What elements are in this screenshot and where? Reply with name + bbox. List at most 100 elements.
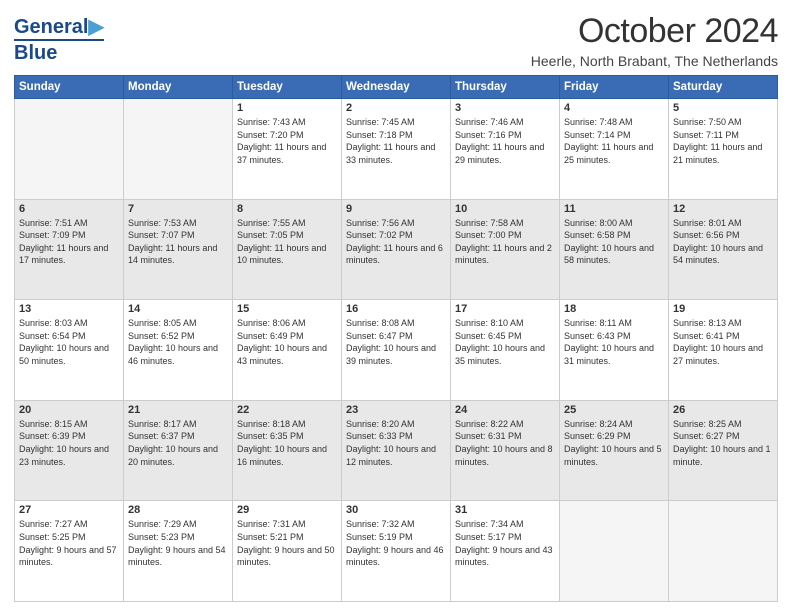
day-number: 15 xyxy=(237,303,337,315)
day-number: 11 xyxy=(564,203,664,215)
day-info: Sunrise: 7:50 AMSunset: 7:11 PMDaylight:… xyxy=(673,116,773,166)
day-number: 7 xyxy=(128,203,228,215)
day-info: Sunrise: 8:10 AMSunset: 6:45 PMDaylight:… xyxy=(455,317,555,367)
table-row: 21 Sunrise: 8:17 AMSunset: 6:37 PMDayligh… xyxy=(124,400,233,501)
day-number: 26 xyxy=(673,404,773,416)
table-row: 26 Sunrise: 8:25 AMSunset: 6:27 PMDayligh… xyxy=(669,400,778,501)
day-info: Sunrise: 7:56 AMSunset: 7:02 PMDaylight:… xyxy=(346,217,446,267)
day-number: 30 xyxy=(346,504,446,516)
table-row: 4 Sunrise: 7:48 AMSunset: 7:14 PMDaylight… xyxy=(560,99,669,200)
table-row: 20 Sunrise: 8:15 AMSunset: 6:39 PMDayligh… xyxy=(15,400,124,501)
table-row: 16 Sunrise: 8:08 AMSunset: 6:47 PMDayligh… xyxy=(342,300,451,401)
day-info: Sunrise: 8:25 AMSunset: 6:27 PMDaylight:… xyxy=(673,418,773,468)
day-number: 20 xyxy=(19,404,119,416)
day-number: 2 xyxy=(346,102,446,114)
day-info: Sunrise: 8:17 AMSunset: 6:37 PMDaylight:… xyxy=(128,418,228,468)
calendar-week-row: 20 Sunrise: 8:15 AMSunset: 6:39 PMDayligh… xyxy=(15,400,778,501)
calendar-table: Sunday Monday Tuesday Wednesday Thursday… xyxy=(14,75,778,602)
day-info: Sunrise: 7:32 AMSunset: 5:19 PMDaylight:… xyxy=(346,518,446,568)
day-number: 16 xyxy=(346,303,446,315)
table-row: 18 Sunrise: 8:11 AMSunset: 6:43 PMDayligh… xyxy=(560,300,669,401)
calendar-week-row: 13 Sunrise: 8:03 AMSunset: 6:54 PMDayligh… xyxy=(15,300,778,401)
table-row: 27 Sunrise: 7:27 AMSunset: 5:25 PMDayligh… xyxy=(15,501,124,602)
day-info: Sunrise: 8:11 AMSunset: 6:43 PMDaylight:… xyxy=(564,317,664,367)
day-info: Sunrise: 7:46 AMSunset: 7:16 PMDaylight:… xyxy=(455,116,555,166)
day-info: Sunrise: 7:53 AMSunset: 7:07 PMDaylight:… xyxy=(128,217,228,267)
day-info: Sunrise: 7:48 AMSunset: 7:14 PMDaylight:… xyxy=(564,116,664,166)
table-row xyxy=(124,99,233,200)
calendar-week-row: 1Sunrise: 7:43 AMSunset: 7:20 PMDaylight… xyxy=(15,99,778,200)
day-number: 10 xyxy=(455,203,555,215)
table-row: 29Sunrise: 7:31 AMSunset: 5:21 PMDayligh… xyxy=(233,501,342,602)
day-info: Sunrise: 8:20 AMSunset: 6:33 PMDaylight:… xyxy=(346,418,446,468)
day-info: Sunrise: 7:58 AMSunset: 7:00 PMDaylight:… xyxy=(455,217,555,267)
day-number: 9 xyxy=(346,203,446,215)
day-info: Sunrise: 7:45 AMSunset: 7:18 PMDaylight:… xyxy=(346,116,446,166)
header: General▶ Blue October 2024 Heerle, North… xyxy=(14,12,778,69)
table-row: 8 Sunrise: 7:55 AMSunset: 7:05 PMDaylight… xyxy=(233,199,342,300)
col-monday: Monday xyxy=(124,76,233,99)
day-number: 27 xyxy=(19,504,119,516)
day-info: Sunrise: 8:08 AMSunset: 6:47 PMDaylight:… xyxy=(346,317,446,367)
day-info: Sunrise: 8:05 AMSunset: 6:52 PMDaylight:… xyxy=(128,317,228,367)
table-row xyxy=(15,99,124,200)
day-number: 22 xyxy=(237,404,337,416)
day-number: 8 xyxy=(237,203,337,215)
table-row xyxy=(669,501,778,602)
day-number: 6 xyxy=(19,203,119,215)
day-number: 14 xyxy=(128,303,228,315)
day-number: 3 xyxy=(455,102,555,114)
day-info: Sunrise: 7:29 AMSunset: 5:23 PMDaylight:… xyxy=(128,518,228,568)
day-number: 13 xyxy=(19,303,119,315)
col-thursday: Thursday xyxy=(451,76,560,99)
col-saturday: Saturday xyxy=(669,76,778,99)
day-number: 19 xyxy=(673,303,773,315)
calendar-week-row: 27 Sunrise: 7:27 AMSunset: 5:25 PMDayligh… xyxy=(15,501,778,602)
title-block: October 2024 Heerle, North Brabant, The … xyxy=(531,12,778,69)
day-info: Sunrise: 7:27 AMSunset: 5:25 PMDaylight:… xyxy=(19,518,119,568)
day-number: 21 xyxy=(128,404,228,416)
day-info: Sunrise: 8:01 AMSunset: 6:56 PMDaylight:… xyxy=(673,217,773,267)
calendar-header-row: Sunday Monday Tuesday Wednesday Thursday… xyxy=(15,76,778,99)
table-row: 3 Sunrise: 7:46 AMSunset: 7:16 PMDaylight… xyxy=(451,99,560,200)
col-friday: Friday xyxy=(560,76,669,99)
table-row: 14 Sunrise: 8:05 AMSunset: 6:52 PMDayligh… xyxy=(124,300,233,401)
page: General▶ Blue October 2024 Heerle, North… xyxy=(0,0,792,612)
day-number: 1 xyxy=(237,102,337,114)
table-row xyxy=(560,501,669,602)
table-row: 1Sunrise: 7:43 AMSunset: 7:20 PMDaylight… xyxy=(233,99,342,200)
day-number: 23 xyxy=(346,404,446,416)
day-info: Sunrise: 7:55 AMSunset: 7:05 PMDaylight:… xyxy=(237,217,337,267)
table-row: 5Sunrise: 7:50 AMSunset: 7:11 PMDaylight… xyxy=(669,99,778,200)
day-number: 24 xyxy=(455,404,555,416)
location: Heerle, North Brabant, The Netherlands xyxy=(531,53,778,69)
table-row: 10 Sunrise: 7:58 AMSunset: 7:00 PMDayligh… xyxy=(451,199,560,300)
table-row: 13 Sunrise: 8:03 AMSunset: 6:54 PMDayligh… xyxy=(15,300,124,401)
table-row: 12Sunrise: 8:01 AMSunset: 6:56 PMDayligh… xyxy=(669,199,778,300)
day-number: 4 xyxy=(564,102,664,114)
col-sunday: Sunday xyxy=(15,76,124,99)
day-number: 31 xyxy=(455,504,555,516)
table-row: 17 Sunrise: 8:10 AMSunset: 6:45 PMDayligh… xyxy=(451,300,560,401)
table-row: 23 Sunrise: 8:20 AMSunset: 6:33 PMDayligh… xyxy=(342,400,451,501)
logo: General▶ Blue xyxy=(14,14,104,65)
day-info: Sunrise: 8:13 AMSunset: 6:41 PMDaylight:… xyxy=(673,317,773,367)
table-row: 19 Sunrise: 8:13 AMSunset: 6:41 PMDayligh… xyxy=(669,300,778,401)
logo-blue: Blue xyxy=(14,39,104,65)
day-info: Sunrise: 8:22 AMSunset: 6:31 PMDaylight:… xyxy=(455,418,555,468)
table-row: 9 Sunrise: 7:56 AMSunset: 7:02 PMDaylight… xyxy=(342,199,451,300)
table-row: 22 Sunrise: 8:18 AMSunset: 6:35 PMDayligh… xyxy=(233,400,342,501)
day-info: Sunrise: 8:18 AMSunset: 6:35 PMDaylight:… xyxy=(237,418,337,468)
day-number: 17 xyxy=(455,303,555,315)
day-info: Sunrise: 8:03 AMSunset: 6:54 PMDaylight:… xyxy=(19,317,119,367)
day-number: 28 xyxy=(128,504,228,516)
table-row: 15 Sunrise: 8:06 AMSunset: 6:49 PMDayligh… xyxy=(233,300,342,401)
table-row: 28 Sunrise: 7:29 AMSunset: 5:23 PMDayligh… xyxy=(124,501,233,602)
table-row: 6Sunrise: 7:51 AMSunset: 7:09 PMDaylight… xyxy=(15,199,124,300)
col-wednesday: Wednesday xyxy=(342,76,451,99)
day-info: Sunrise: 8:06 AMSunset: 6:49 PMDaylight:… xyxy=(237,317,337,367)
day-number: 18 xyxy=(564,303,664,315)
day-info: Sunrise: 7:31 AMSunset: 5:21 PMDaylight:… xyxy=(237,518,337,568)
table-row: 31Sunrise: 7:34 AMSunset: 5:17 PMDayligh… xyxy=(451,501,560,602)
day-info: Sunrise: 8:15 AMSunset: 6:39 PMDaylight:… xyxy=(19,418,119,468)
